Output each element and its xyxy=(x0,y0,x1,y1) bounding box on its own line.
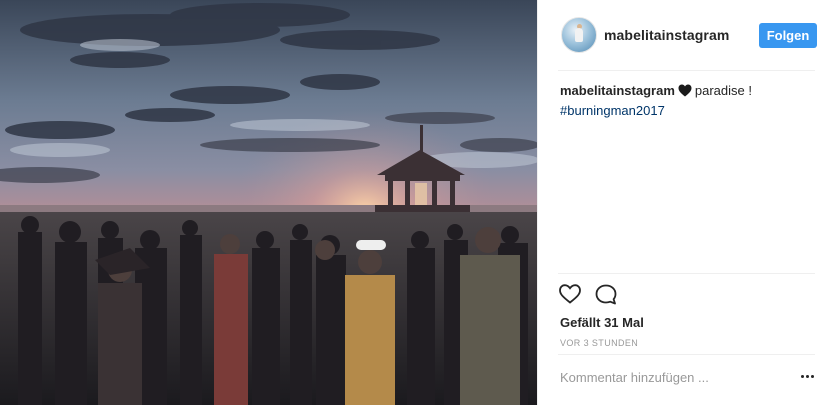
header-username[interactable]: mabelitainstagram xyxy=(604,27,729,43)
post-header: mabelitainstagram Folgen xyxy=(538,0,835,70)
ellipsis-dot xyxy=(801,375,804,378)
ellipsis-dot xyxy=(811,375,814,378)
likes-count[interactable]: Gefällt 31 Mal xyxy=(560,315,644,330)
black-heart-icon xyxy=(678,84,692,102)
follow-button[interactable]: Folgen xyxy=(759,23,817,48)
ellipsis-dot xyxy=(806,375,809,378)
avatar-figure-body xyxy=(575,28,583,42)
divider xyxy=(558,273,815,274)
comment-input[interactable] xyxy=(560,366,780,388)
instagram-post: mabelitainstagram Folgen mabelitainstagr… xyxy=(0,0,835,405)
hashtag-link[interactable]: #burningman2017 xyxy=(560,103,665,118)
post-photo[interactable] xyxy=(0,0,537,405)
caption: mabelitainstagram paradise ! #burningman2… xyxy=(560,82,815,120)
heart-outline-icon[interactable] xyxy=(559,284,581,309)
burning-man-crowd-photo xyxy=(0,0,537,405)
speech-bubble-icon[interactable] xyxy=(595,284,617,310)
caption-text: paradise ! xyxy=(694,83,752,98)
ellipsis-icon[interactable] xyxy=(800,372,816,382)
post-timestamp: VOR 3 STUNDEN xyxy=(560,338,639,348)
post-side-panel: mabelitainstagram Folgen mabelitainstagr… xyxy=(537,0,835,405)
divider xyxy=(558,70,815,71)
avatar[interactable] xyxy=(561,17,597,53)
caption-username[interactable]: mabelitainstagram xyxy=(560,83,675,98)
divider xyxy=(558,354,815,355)
